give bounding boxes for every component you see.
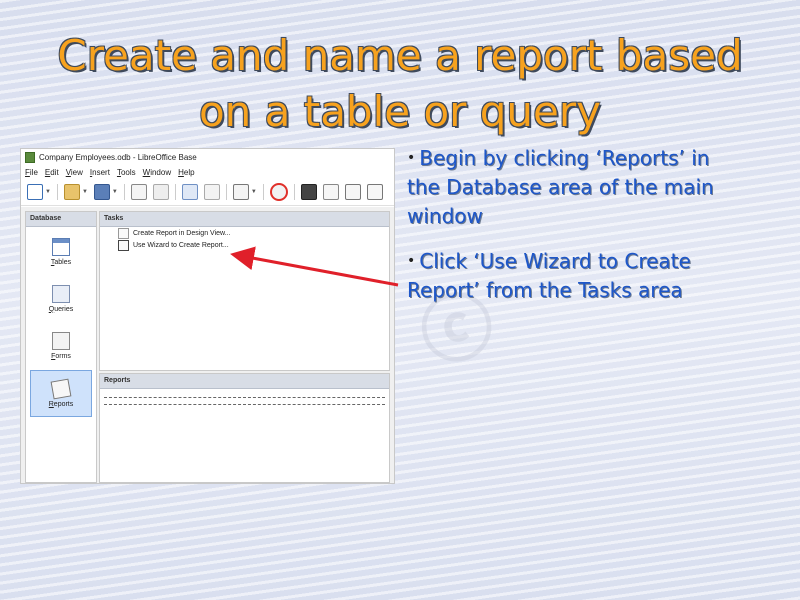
standard-toolbar: ▼ ▼ ▼ ▼: [21, 179, 394, 206]
reports-list-empty-row: [104, 397, 385, 405]
menu-file[interactable]: File: [25, 168, 38, 177]
wizard-icon: [118, 239, 129, 251]
database-item-reports[interactable]: Reports: [30, 370, 92, 417]
tasks-panel-header: Tasks: [100, 212, 389, 227]
menu-window[interactable]: Window: [143, 168, 171, 177]
toolbar-separator: [56, 184, 58, 200]
task-use-wizard-create-report[interactable]: Use Wizard to Create Report...: [100, 239, 389, 251]
libreoffice-base-window: Company Employees.odb - LibreOffice Base…: [20, 148, 395, 484]
database-item-queries[interactable]: Queries: [26, 276, 96, 321]
form-icon[interactable]: [232, 184, 249, 200]
database-item-label: Reports: [48, 400, 74, 408]
bullet-item: • Click ‘Use Wizard to Create Report’ fro…: [407, 247, 747, 305]
bullet-item: • Begin by clicking ‘Reports’ in the Data…: [407, 144, 747, 231]
copy-icon[interactable]: [130, 184, 147, 200]
toolbar-separator: [123, 184, 125, 200]
bullet-text: Click ‘Use Wizard to Create Report’ from…: [407, 249, 691, 302]
slide-title: Create and name a report based on a tabl…: [0, 28, 800, 140]
main-body: Database Tables Queries Forms Reports Ta…: [21, 207, 394, 483]
menu-insert[interactable]: Insert: [90, 168, 110, 177]
paste-icon[interactable]: [152, 184, 169, 200]
new-document-icon[interactable]: [27, 184, 43, 200]
sort-ascending-icon[interactable]: [203, 184, 220, 200]
reports-panel: Reports: [99, 373, 390, 483]
clapperboard-icon[interactable]: [300, 184, 317, 200]
report-icon[interactable]: [344, 184, 361, 200]
slide-title-line1: Create and name a report based: [57, 31, 743, 80]
bullet-dot: •: [407, 150, 416, 166]
tasks-panel: Tasks Create Report in Design View... Us…: [99, 211, 390, 371]
toolbar-separator: [262, 184, 264, 200]
task-label: Use Wizard to Create Report...: [133, 241, 229, 249]
database-item-label: Queries: [48, 305, 74, 313]
edit-report-icon[interactable]: [322, 184, 339, 200]
database-panel-header: Database: [26, 212, 96, 227]
form-dropdown-icon[interactable]: ▼: [251, 189, 257, 195]
menu-edit[interactable]: Edit: [45, 168, 59, 177]
open-dropdown-icon[interactable]: ▼: [82, 189, 88, 195]
menu-help[interactable]: Help: [178, 168, 194, 177]
menu-view[interactable]: View: [66, 168, 83, 177]
save-icon[interactable]: [93, 184, 110, 200]
task-create-report-design-view[interactable]: Create Report in Design View...: [100, 227, 389, 239]
database-item-label: Tables: [50, 258, 72, 266]
libreoffice-base-icon: [25, 151, 35, 163]
menu-bar: File Edit View Insert Tools Window Help: [21, 165, 394, 179]
window-titlebar: Company Employees.odb - LibreOffice Base: [21, 149, 394, 165]
save-dropdown-icon[interactable]: ▼: [112, 189, 118, 195]
bullet-list: • Begin by clicking ‘Reports’ in the Data…: [407, 144, 747, 321]
toolbar-separator: [174, 184, 176, 200]
menu-tools[interactable]: Tools: [117, 168, 136, 177]
reports-panel-header: Reports: [100, 374, 389, 389]
bullet-text: Begin by clicking ‘Reports’ in the Datab…: [407, 146, 714, 228]
slide-title-line2: on a table or query: [198, 87, 602, 136]
new-dropdown-icon[interactable]: ▼: [45, 189, 51, 195]
toolbar-separator: [225, 184, 227, 200]
queries-icon: [52, 284, 70, 303]
toolbar-separator: [293, 184, 295, 200]
reports-icon: [50, 378, 72, 399]
tables-icon: [52, 237, 70, 256]
window-title: Company Employees.odb - LibreOffice Base: [39, 152, 197, 162]
design-view-icon: [118, 227, 129, 239]
database-item-tables[interactable]: Tables: [26, 229, 96, 274]
new-report-icon[interactable]: [366, 184, 383, 200]
database-panel: Database Tables Queries Forms Reports: [25, 211, 97, 483]
task-label: Create Report in Design View...: [133, 229, 231, 237]
sort-descending-icon[interactable]: [181, 184, 198, 200]
help-icon[interactable]: [269, 183, 288, 201]
forms-icon: [52, 331, 70, 350]
database-item-label: Forms: [51, 352, 71, 360]
open-folder-icon[interactable]: [63, 184, 80, 200]
bullet-dot: •: [407, 253, 416, 269]
database-item-forms[interactable]: Forms: [26, 323, 96, 368]
